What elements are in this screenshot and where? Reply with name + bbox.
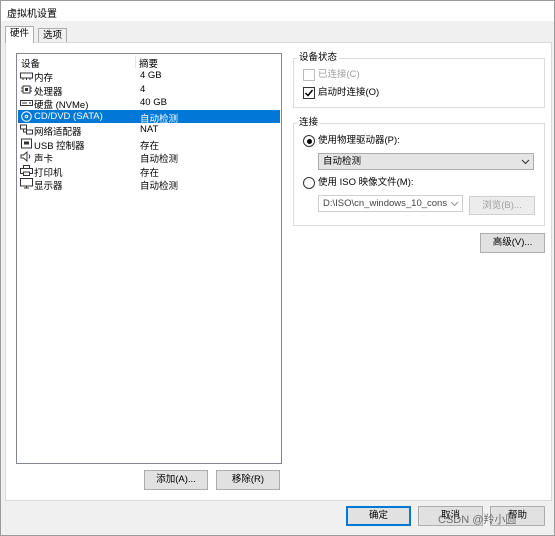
device-row-printer[interactable]: 打印机 存在: [18, 164, 280, 179]
use-iso-label: 使用 ISO 映像文件(M):: [318, 177, 414, 188]
column-separator[interactable]: [135, 56, 136, 68]
device-row-memory[interactable]: 内存 4 GB: [18, 69, 280, 84]
device-status-group: [293, 58, 545, 108]
cd-dvd-icon: [20, 110, 33, 122]
hard-disk-icon: [20, 97, 33, 108]
device-row-hard-disk[interactable]: 硬盘 (NVMe) 40 GB: [18, 96, 280, 111]
monitor-icon: [20, 178, 33, 189]
watermark: CSDN @羚小圆: [438, 514, 517, 526]
column-header-summary[interactable]: 摘要: [139, 56, 158, 70]
device-row-display[interactable]: 显示器 自动检测: [18, 177, 280, 192]
advanced-button[interactable]: 高级(V)...: [480, 233, 545, 253]
device-name: 显示器: [34, 181, 63, 192]
speaker-icon: [20, 151, 33, 162]
add-device-button[interactable]: 添加(A)...: [144, 470, 208, 490]
printer-icon: [20, 164, 33, 176]
device-status-title: 设备状态: [297, 52, 340, 64]
processor-icon: [20, 84, 33, 95]
connect-at-power-on-checkbox[interactable]: [303, 87, 315, 99]
usb-icon: [20, 138, 33, 149]
memory-icon: [20, 70, 33, 81]
radio-selected-dot: [306, 138, 312, 144]
title-bar[interactable]: 虚拟机设置: [1, 1, 554, 21]
device-name: CD/DVD (SATA): [34, 110, 103, 122]
device-summary: 自动检测: [140, 181, 179, 192]
device-summary: 4: [140, 83, 146, 95]
connect-at-power-on-label: 启动时连接(O): [318, 87, 380, 98]
device-summary: 4 GB: [140, 70, 162, 81]
device-row-usb-controller[interactable]: USB 控制器 存在: [18, 137, 280, 152]
use-physical-drive-label: 使用物理驱动器(P):: [318, 135, 400, 146]
chevron-down-icon: [450, 201, 459, 207]
ok-button[interactable]: 确定: [346, 506, 411, 526]
connected-label: 已连接(C): [318, 69, 360, 80]
browse-button[interactable]: 浏览(B)...: [469, 196, 535, 215]
device-row-cd-dvd[interactable]: CD/DVD (SATA) 自动检测: [18, 109, 280, 125]
chevron-down-icon: [521, 159, 530, 165]
checkmark-icon: [304, 89, 314, 97]
device-row-network-adapter[interactable]: 网络适配器 NAT: [18, 123, 280, 138]
tab-options[interactable]: 选项: [38, 28, 68, 42]
use-physical-drive-radio[interactable]: [303, 135, 315, 147]
column-header-device[interactable]: 设备: [21, 56, 40, 70]
device-list-header: 设备 摘要: [17, 56, 281, 70]
use-iso-radio[interactable]: [303, 177, 315, 189]
physical-drive-value: 自动检测: [323, 156, 362, 167]
device-row-processor[interactable]: 处理器 4: [18, 83, 280, 98]
tab-options-label: 选项: [43, 30, 63, 41]
window-title: 虚拟机设置: [7, 9, 57, 20]
connection-title: 连接: [297, 117, 321, 129]
physical-drive-select[interactable]: 自动检测: [318, 153, 534, 170]
iso-path-value: D:\ISO\cn_windows_10_conso: [323, 198, 447, 209]
remove-device-button[interactable]: 移除(R): [216, 470, 280, 490]
tab-hardware[interactable]: 硬件: [5, 26, 35, 43]
connected-checkbox[interactable]: [303, 69, 315, 81]
device-summary: 40 GB: [140, 97, 167, 108]
tab-hardware-label: 硬件: [10, 28, 30, 39]
network-adapter-icon: [20, 124, 33, 135]
device-summary: NAT: [140, 124, 159, 135]
device-list[interactable]: 设备 摘要 内存 4 GB 处理器 4 硬盘 (NVMe) 40 GB CD/D…: [16, 53, 282, 464]
iso-path-combo[interactable]: D:\ISO\cn_windows_10_conso: [318, 195, 463, 212]
vm-settings-window: 虚拟机设置 硬件 选项 设备 摘要 内存 4 GB 处理器 4 硬盘 (NVMe…: [0, 0, 555, 536]
device-row-sound-card[interactable]: 声卡 自动检测: [18, 150, 280, 165]
